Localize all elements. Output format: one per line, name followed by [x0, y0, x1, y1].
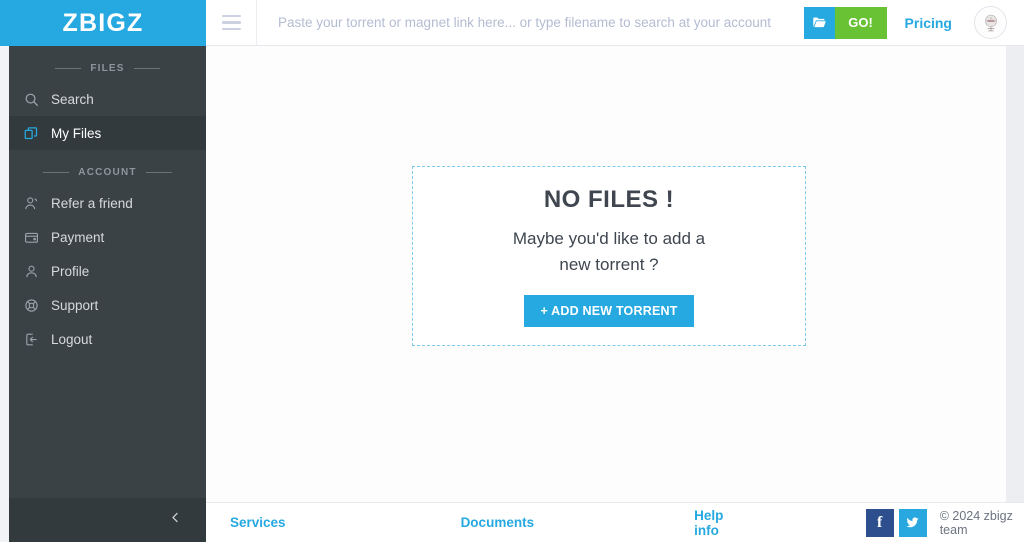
- footer-link-services[interactable]: Services: [230, 515, 286, 530]
- sidebar-section-files: FILES: [9, 54, 206, 82]
- sidebar-item-support[interactable]: Support: [9, 288, 206, 322]
- sidebar-item-logout[interactable]: Logout: [9, 322, 206, 356]
- sidebar-item-label: Search: [51, 91, 94, 107]
- hamburger-line: [221, 27, 241, 31]
- search-input[interactable]: [257, 0, 804, 45]
- avatar[interactable]: [974, 6, 1007, 39]
- sidebar-section-label: ACCOUNT: [78, 166, 137, 178]
- sidebar-item-label: Profile: [51, 263, 90, 279]
- hamburger-line: [221, 21, 241, 24]
- sidebar-item-payment[interactable]: Payment: [9, 220, 206, 254]
- lifebuoy-icon: [23, 297, 40, 314]
- sidebar-item-profile[interactable]: Profile: [9, 254, 206, 288]
- go-button[interactable]: GO!: [834, 6, 887, 39]
- footer-link-documents[interactable]: Documents: [461, 515, 535, 530]
- empty-state-subtitle-line2: new torrent ?: [559, 254, 659, 274]
- sidebar-collapse-button[interactable]: [9, 498, 206, 542]
- sidebar-item-label: Support: [51, 297, 99, 313]
- files-icon: [23, 125, 40, 142]
- sidebar-section-label: FILES: [90, 62, 125, 74]
- sidebar-nav: FILES Search My Files ACCOUNT Refer a fr…: [9, 46, 206, 498]
- app-root: ZBIGZ FILES Search My Files ACCOUNT Refe…: [0, 0, 1024, 542]
- add-new-torrent-button[interactable]: + ADD NEW TORRENT: [524, 294, 694, 327]
- left-edge-gutter: [0, 46, 9, 542]
- brand-logo[interactable]: ZBIGZ: [0, 0, 206, 46]
- section-rule-left: [55, 67, 82, 69]
- footer-link-help-info[interactable]: Help info: [694, 508, 741, 538]
- top-header: GO! Pricing: [206, 0, 1024, 46]
- wallet-icon: [23, 229, 40, 246]
- twitter-icon[interactable]: [898, 508, 927, 537]
- sidebar-item-refer-a-friend[interactable]: Refer a friend: [9, 186, 206, 220]
- page-footer: Services Documents Help info f © 2024 zb…: [206, 502, 1024, 542]
- empty-state-card: NO FILES ! Maybe you'd like to add a new…: [412, 166, 806, 346]
- refer-friend-icon: [23, 195, 40, 212]
- brand-logo-text: ZBIGZ: [62, 8, 144, 37]
- empty-state-subtitle-line1: Maybe you'd like to add a: [512, 228, 706, 248]
- search-icon: [23, 91, 40, 108]
- section-rule-right: [133, 67, 160, 69]
- section-rule-left: [43, 171, 70, 173]
- folder-open-icon[interactable]: [803, 6, 835, 39]
- main-content: NO FILES ! Maybe you'd like to add a new…: [206, 46, 1006, 502]
- sidebar-item-label: Refer a friend: [51, 195, 133, 211]
- sidebar-section-account: ACCOUNT: [9, 158, 206, 186]
- chevron-left-icon: [168, 510, 183, 530]
- hamburger-icon[interactable]: [206, 0, 257, 45]
- hamburger-line: [221, 14, 241, 18]
- facebook-icon[interactable]: f: [865, 508, 894, 537]
- pricing-link[interactable]: Pricing: [905, 15, 952, 31]
- social-links: f: [865, 508, 927, 537]
- go-button-group[interactable]: GO!: [803, 6, 887, 39]
- sidebar-item-my-files[interactable]: My Files: [9, 116, 206, 150]
- sidebar-item-search[interactable]: Search: [9, 82, 206, 116]
- avatar-icon: [984, 14, 997, 31]
- copyright-text: © 2024 zbigz team: [939, 508, 1013, 537]
- empty-state-title: NO FILES !: [543, 185, 675, 213]
- section-rule-right: [145, 171, 172, 173]
- sidebar-item-label: My Files: [51, 125, 102, 141]
- sidebar-item-label: Logout: [51, 331, 93, 347]
- right-edge-scroll-gutter[interactable]: [1006, 46, 1024, 502]
- sidebar: ZBIGZ FILES Search My Files ACCOUNT Refe…: [0, 0, 206, 542]
- sidebar-item-label: Payment: [51, 229, 105, 245]
- empty-state-subtitle: Maybe you'd like to add a new torrent ?: [513, 226, 705, 278]
- user-icon: [23, 263, 40, 280]
- logout-icon: [23, 331, 40, 348]
